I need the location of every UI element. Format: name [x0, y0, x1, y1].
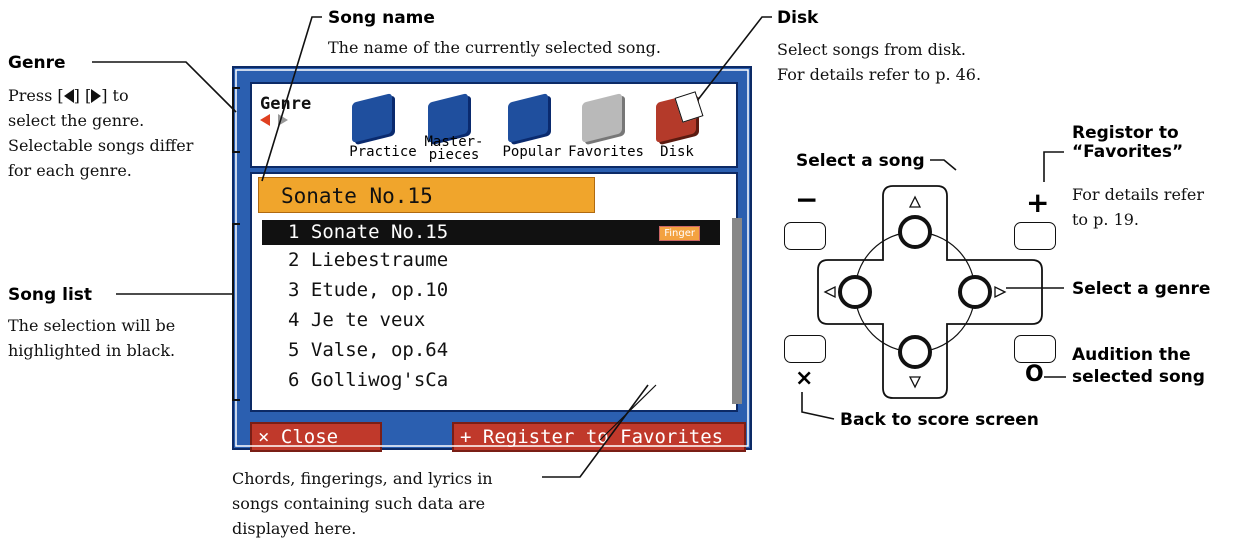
leader-lines	[92, 16, 1066, 478]
